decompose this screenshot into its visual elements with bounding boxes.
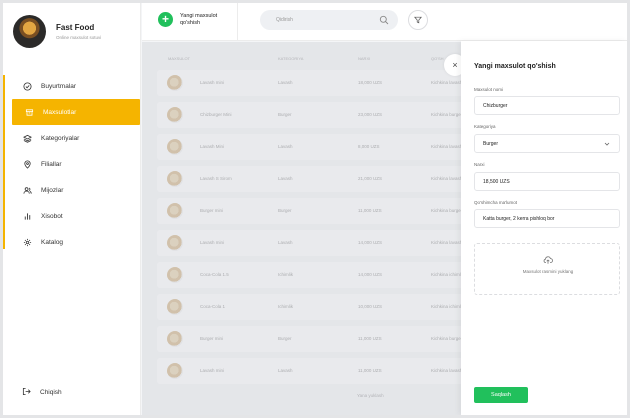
users-icon	[22, 185, 32, 195]
sidebar-item-label: Buyurtmalar	[41, 82, 77, 90]
topbar: + Yangi maxsulot qo'shish Qidirish	[142, 3, 627, 41]
save-button[interactable]: Saqlash	[474, 387, 528, 403]
sidebar-item-label: Maxsulotlar	[43, 108, 77, 116]
app-window: Fast Food Online maxsulot sotuvi Buyurtm…	[3, 3, 627, 415]
price-label: Narxi	[474, 162, 485, 167]
topbar-divider	[237, 3, 238, 41]
price-value: 18,500 UZS	[483, 178, 510, 185]
sidebar-item-label: Filiallar	[41, 160, 62, 168]
close-icon: ×	[452, 60, 458, 70]
add-product-panel: Yangi maxsulot qo'shish Maxsulot nomi Ch…	[461, 41, 627, 415]
brand-logo	[13, 15, 46, 48]
brand-subtitle: Online maxsulot sotuvi	[56, 35, 102, 40]
add-product-button[interactable]: + Yangi maxsulot qo'shish	[158, 12, 228, 27]
panel-title: Yangi maxsulot qo'shish	[474, 63, 556, 70]
sidebar: Fast Food Online maxsulot sotuvi Buyurtm…	[3, 3, 141, 415]
box-icon	[24, 107, 34, 117]
category-select[interactable]: Burger	[474, 134, 620, 153]
price-field[interactable]: 18,500 UZS	[474, 172, 620, 191]
sidebar-item-katalog[interactable]: Katalog	[3, 229, 141, 255]
category-value: Burger	[483, 140, 499, 147]
sidebar-item-mijozlar[interactable]: Mijozlar	[3, 177, 141, 203]
brand: Fast Food Online maxsulot sotuvi	[13, 15, 101, 48]
info-label: Qo'shimcha ma'lumot	[474, 200, 517, 205]
filter-icon	[414, 16, 422, 24]
logout-label: Chiqish	[40, 389, 62, 396]
upload-label: Maxsulot rasmini yuklang	[522, 269, 574, 274]
info-value: Katta burger, 2 kerra pishloq bor	[483, 215, 555, 222]
location-pin-icon	[22, 159, 32, 169]
plus-icon: +	[158, 12, 173, 27]
sidebar-item-label: Katalog	[41, 238, 64, 246]
product-name-value: Chizburger	[483, 102, 508, 109]
filter-button[interactable]	[408, 10, 428, 30]
brand-title: Fast Food	[56, 23, 95, 32]
search-icon	[379, 15, 389, 25]
sidebar-item-label: Mijozlar	[41, 186, 64, 194]
search-placeholder: Qidirish	[276, 17, 293, 23]
logout-button[interactable]: Chiqish	[22, 387, 62, 398]
search-input[interactable]: Qidirish	[260, 10, 398, 30]
category-label: Kategoriya	[474, 124, 496, 129]
bar-chart-icon	[22, 211, 32, 221]
sidebar-item-label: Kategoriyalar	[41, 134, 80, 142]
upload-cloud-icon	[543, 256, 553, 264]
name-label: Maxsulot nomi	[474, 87, 504, 92]
sidebar-item-kategoriyalar[interactable]: Kategoriyalar	[3, 125, 141, 151]
sidebar-item-maxsulotlar[interactable]: Maxsulotlar	[12, 99, 140, 125]
sidebar-item-buyurtmalar[interactable]: Buyurtmalar	[3, 73, 141, 99]
sidebar-item-xisobot[interactable]: Xisobot	[3, 203, 141, 229]
info-field[interactable]: Katta burger, 2 kerra pishloq bor	[474, 209, 620, 228]
product-name-field[interactable]: Chizburger	[474, 96, 620, 115]
gear-icon	[22, 237, 32, 247]
sidebar-item-filiallar[interactable]: Filiallar	[3, 151, 141, 177]
sidebar-item-label: Xisobot	[41, 212, 63, 220]
sidebar-nav: Buyurtmalar Maxsulotlar Kategoriyalar Fi…	[3, 73, 141, 255]
image-upload-area[interactable]: Maxsulot rasmini yuklang	[474, 243, 620, 295]
logout-icon	[22, 387, 31, 398]
add-product-label: Yangi maxsulot qo'shish	[180, 12, 218, 26]
check-circle-icon	[22, 81, 32, 91]
layers-icon	[22, 133, 32, 143]
chevron-down-icon	[604, 142, 610, 146]
